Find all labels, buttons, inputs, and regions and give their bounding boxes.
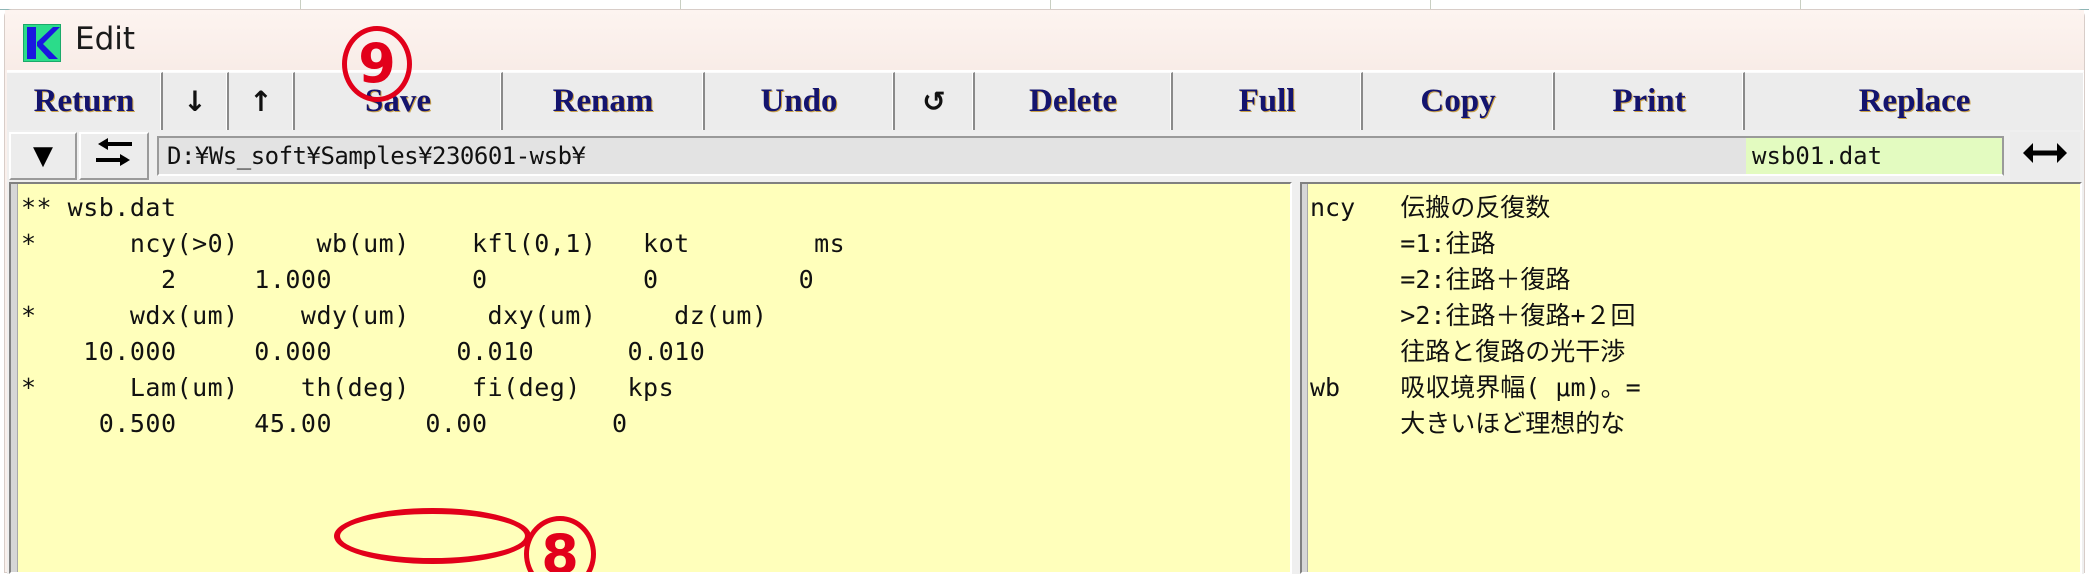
editor-gutter — [11, 184, 18, 572]
undo-button[interactable]: Undo — [705, 72, 895, 130]
full-button[interactable]: Full — [1173, 72, 1363, 130]
redo-button[interactable]: ↺ — [895, 72, 975, 130]
horizontal-resize-icon — [2023, 140, 2067, 173]
filename-input[interactable]: wsb01.dat — [1746, 136, 2004, 176]
swap-button[interactable] — [79, 132, 149, 180]
delete-button[interactable]: Delete — [975, 72, 1173, 130]
k-logo-icon — [23, 24, 61, 62]
scroll-down-button[interactable]: ↓ — [163, 72, 229, 130]
replace-button[interactable]: Replace — [1745, 72, 2084, 130]
annotation-marker-9: 9 — [342, 26, 412, 102]
scroll-up-button[interactable]: ↑ — [229, 72, 295, 130]
dropdown-button[interactable]: ▼ — [9, 132, 77, 180]
edit-window-app: Edit 9 Return ↓ ↑ Save Renam Undo ↺ Dele… — [0, 0, 2089, 574]
editor-area: ** wsb.dat * ncy(>0) wb(um) kfl(0,1) kot… — [7, 182, 2084, 574]
help-gutter — [1302, 184, 1308, 572]
path-input[interactable]: D:¥Ws_soft¥Samples¥230601-wsb¥ — [157, 136, 1746, 176]
print-button[interactable]: Print — [1555, 72, 1745, 130]
annotation-marker-8: 8 — [524, 516, 596, 572]
copy-button[interactable]: Copy — [1363, 72, 1555, 130]
chevron-down-icon: ▼ — [33, 141, 53, 171]
editor-content: ** wsb.dat * ncy(>0) wb(um) kfl(0,1) kot… — [21, 193, 846, 438]
edit-window: Edit 9 Return ↓ ↑ Save Renam Undo ↺ Dele… — [4, 9, 2085, 574]
path-bar: ▼ D:¥Ws_soft¥Samples¥230601-wsb¥ wsb01.d… — [7, 130, 2084, 182]
help-content: ncy 伝搬の反復数 =1:往路 =2:往路＋復路 >2:往路＋復路+２回 往路… — [1310, 193, 1641, 438]
annotation-ellipse-dxy-dz — [334, 508, 531, 564]
renam-button[interactable]: Renam — [503, 72, 705, 130]
return-button[interactable]: Return — [7, 72, 163, 130]
window-title: Edit — [75, 21, 136, 57]
data-text-editor[interactable]: ** wsb.dat * ncy(>0) wb(um) kfl(0,1) kot… — [9, 182, 1292, 574]
title-bar: Edit — [5, 10, 2084, 70]
main-toolbar: Return ↓ ↑ Save Renam Undo ↺ Delete Full… — [7, 70, 2084, 130]
resize-width-button[interactable] — [2010, 132, 2080, 180]
swap-arrows-icon — [94, 136, 134, 177]
help-panel[interactable]: ncy 伝搬の反復数 =1:往路 =2:往路＋復路 >2:往路＋復路+２回 往路… — [1300, 182, 2082, 574]
